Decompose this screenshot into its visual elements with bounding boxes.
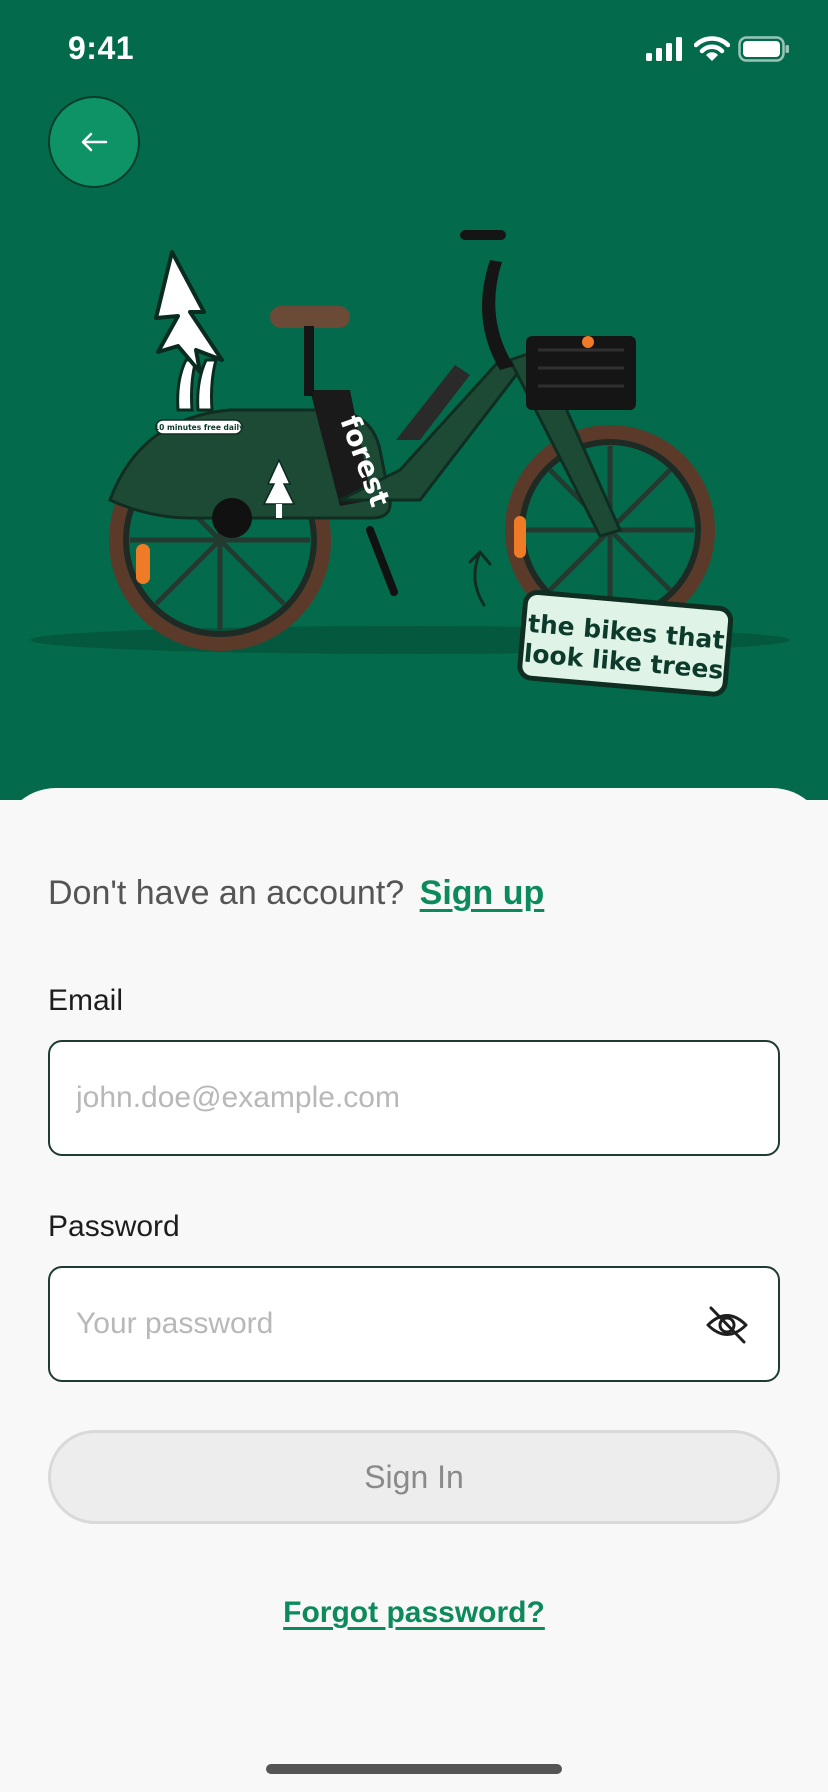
cellular-signal-icon [646, 37, 682, 61]
status-bar: 9:41 [0, 0, 828, 100]
hero-banner: 9:41 10 minutes free daily forest the bi… [0, 0, 828, 800]
arrow-icon [468, 549, 492, 607]
tree-mascot [154, 250, 224, 412]
signup-prompt: Don't have an account? [48, 874, 405, 912]
password-field[interactable] [48, 1266, 780, 1382]
email-input[interactable] [74, 1080, 678, 1116]
battery-icon [738, 36, 789, 62]
status-icons [646, 36, 790, 62]
email-field[interactable] [48, 1040, 780, 1156]
status-time: 9:41 [68, 30, 135, 66]
back-button[interactable] [48, 96, 140, 188]
front-basket [526, 336, 636, 410]
sign-in-card: Don't have an account? Sign up Email Pas… [0, 788, 828, 1792]
bike-illustration: 10 minutes free daily forest the bikes t… [30, 230, 790, 697]
eye-off-icon[interactable] [704, 1304, 750, 1346]
forgot-password-link[interactable]: Forgot password? [283, 1596, 545, 1629]
forgot-password-row: Forgot password? [0, 1596, 828, 1630]
sign-in-button[interactable]: Sign In [48, 1430, 780, 1524]
signup-row: Don't have an account? Sign up [48, 874, 544, 913]
arrow-left-icon [81, 132, 108, 152]
bike-sticker: 10 minutes free daily [154, 419, 244, 435]
home-indicator [266, 1764, 562, 1774]
tagline-sticker: the bikes that look like trees [517, 589, 734, 697]
password-label: Password [48, 1210, 180, 1243]
wifi-icon [694, 36, 730, 61]
password-input[interactable] [74, 1306, 678, 1342]
email-label: Email [48, 984, 124, 1017]
sign-in-label: Sign In [364, 1458, 464, 1495]
signup-link[interactable]: Sign up [420, 874, 545, 912]
bike-sticker-text: 10 minutes free daily [154, 423, 244, 432]
